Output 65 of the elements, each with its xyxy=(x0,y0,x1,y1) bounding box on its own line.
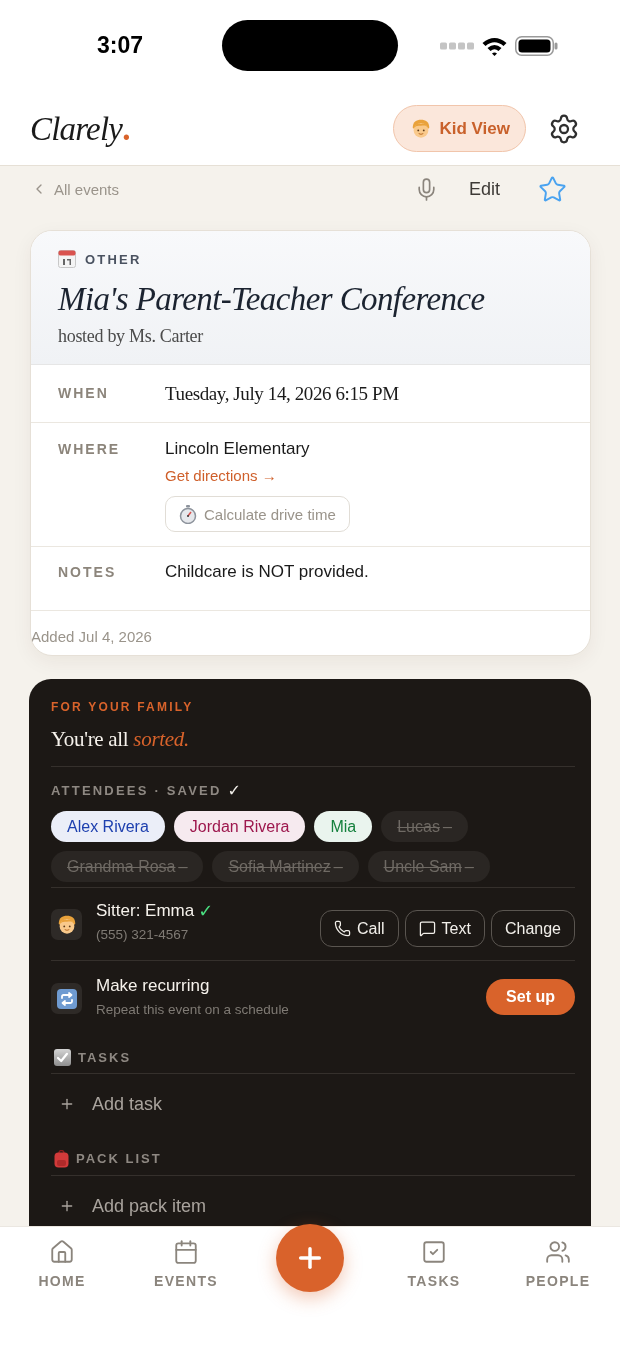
add-item-button[interactable]: Add task xyxy=(51,1074,575,1134)
home-icon xyxy=(49,1239,75,1265)
plus-icon xyxy=(59,1198,75,1214)
attendee-chip[interactable]: Mia xyxy=(314,811,373,842)
call-button[interactable]: Call xyxy=(320,910,399,947)
attendee-chip[interactable]: Grandma Rosa – xyxy=(51,851,204,882)
directions-link[interactable]: Get directions → xyxy=(165,467,277,485)
wifi-icon xyxy=(481,35,508,56)
nav-tab[interactable]: EVENTS xyxy=(154,1239,218,1289)
nav-tab[interactable]: HOME xyxy=(38,1239,86,1289)
panel-eyebrow: FOR YOUR FAMILY xyxy=(51,700,195,714)
detail-label: NOTES xyxy=(58,563,118,582)
backpack-icon xyxy=(54,1150,69,1168)
add-button[interactable] xyxy=(276,1224,344,1292)
attendee-chip[interactable]: Uncle Sam – xyxy=(367,851,490,882)
section-title: TASKS xyxy=(78,1049,132,1066)
plus-icon xyxy=(59,1096,75,1112)
calendar-icon xyxy=(173,1239,199,1265)
checkbox-icon xyxy=(421,1239,447,1265)
detail-label: WHERE xyxy=(58,440,122,459)
added-date: Added Jul 4, 2026 xyxy=(31,627,153,647)
attendee-chip[interactable]: Sofia Martinez – xyxy=(212,851,359,882)
people-icon xyxy=(545,1239,571,1265)
sitter-name: Sitter: Emma xyxy=(96,901,195,921)
change-button[interactable]: Change xyxy=(490,910,575,947)
add-item-button[interactable]: Add pack item xyxy=(51,1176,575,1226)
event-category: OTHER xyxy=(85,251,142,267)
detail-value: Lincoln Elementary xyxy=(165,439,310,459)
battery-icon xyxy=(515,35,558,56)
saved-check: ✓ xyxy=(227,783,241,799)
recurring-title: Make recurring xyxy=(96,976,211,996)
calendar-icon xyxy=(58,250,76,268)
signal-icon xyxy=(440,41,474,50)
panel-headline: You're all sorted. xyxy=(51,727,190,751)
app-logo: Clarely. xyxy=(30,109,130,149)
event-title: Mia's Parent-Teacher Conference xyxy=(58,280,486,318)
child-face-icon xyxy=(51,909,82,940)
star-icon[interactable] xyxy=(538,174,567,204)
setup-button[interactable]: Set up xyxy=(486,979,575,1015)
attendee-chip[interactable]: Lucas – xyxy=(381,811,468,842)
settings-icon[interactable] xyxy=(548,112,580,145)
nav-tab[interactable]: PEOPLE xyxy=(525,1239,591,1289)
kid-view-button[interactable]: Kid View xyxy=(393,105,526,152)
attendee-chip[interactable]: Alex Rivera xyxy=(51,811,165,842)
checkbox-icon xyxy=(54,1049,71,1066)
repeat-icon xyxy=(51,983,82,1014)
detail-value: Tuesday, July 14, 2026 6:15 PM xyxy=(165,383,400,405)
verified-check: ✓ xyxy=(198,901,214,921)
status-time: 3:07 xyxy=(95,31,144,60)
event-host: hosted by Ms. Carter xyxy=(58,326,204,347)
recurring-subtitle: Repeat this event on a schedule xyxy=(96,1002,289,1018)
attendees-label: ATTENDEES · SAVED xyxy=(51,783,222,799)
back-link[interactable]: All events xyxy=(31,180,120,198)
edit-button[interactable]: Edit xyxy=(468,178,500,200)
detail-label: WHEN xyxy=(58,384,110,403)
nav-tab[interactable]: TASKS xyxy=(407,1239,461,1289)
stopwatch-icon xyxy=(179,504,197,524)
drive-time-button[interactable]: Calculate drive time xyxy=(165,496,350,532)
sitter-phone: (555) 321-4567 xyxy=(96,927,190,943)
text-button[interactable]: Text xyxy=(404,910,485,947)
message-icon xyxy=(418,920,436,937)
attendee-chip[interactable]: Jordan Rivera xyxy=(173,811,306,842)
phone-icon xyxy=(334,920,352,937)
section-title: PACK LIST xyxy=(76,1151,162,1167)
detail-value: Childcare is NOT provided. xyxy=(165,562,370,582)
